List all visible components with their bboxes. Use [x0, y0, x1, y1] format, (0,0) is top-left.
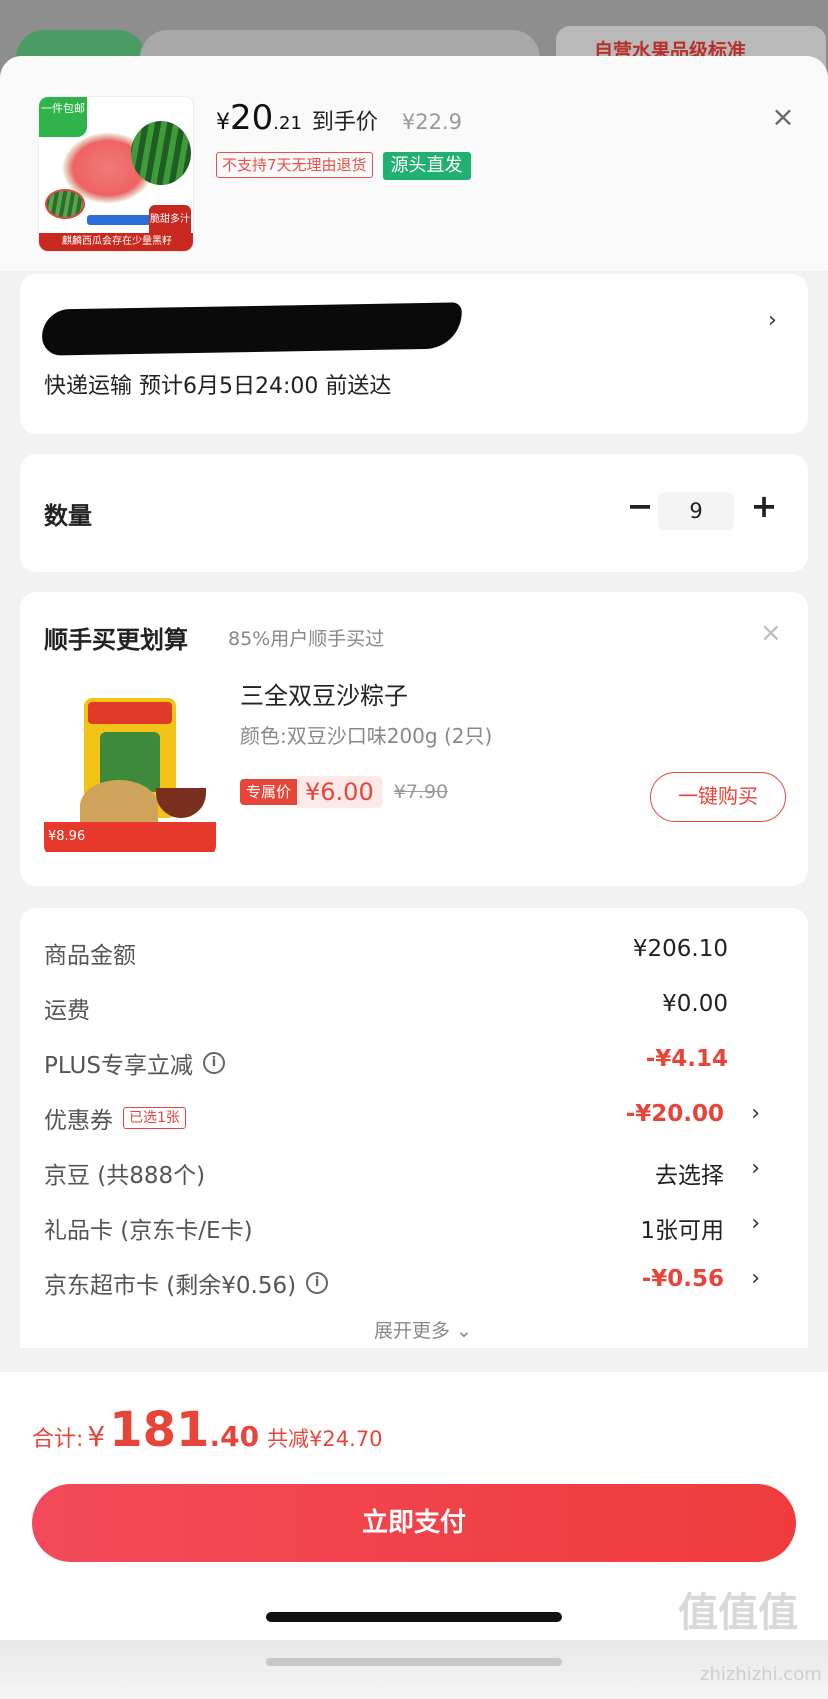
price-label: 到手价 — [311, 110, 378, 135]
product-tags: 不支持7天无理由退货 源头直发 — [216, 152, 471, 180]
free-shipping-badge: 一件包邮 — [39, 97, 87, 137]
thumb-strip — [87, 215, 157, 225]
upsell-product-image[interactable]: ¥8.96 — [44, 684, 216, 856]
quantity-label: 数量 — [44, 502, 92, 530]
total-line: 合计: ¥ 181 .40 共减¥24.70 — [32, 1402, 383, 1458]
chevron-right-icon: › — [768, 308, 777, 333]
source-direct-tag: 源头直发 — [382, 152, 471, 180]
row-label-text: 礼品卡 (京东卡/E卡) — [44, 1218, 253, 1244]
chevron-right-icon: › — [751, 1156, 760, 1181]
image-price: ¥8.96 — [44, 822, 216, 852]
quantity-plus-button[interactable]: + — [744, 484, 784, 528]
row-label: 京东超市卡 (剩余¥0.56) i — [44, 1266, 329, 1300]
total-integer: 181 — [109, 1402, 210, 1458]
row-value: ¥206.10 — [632, 936, 728, 962]
row-label: 京豆 (共888个) — [44, 1156, 205, 1190]
row-value: ¥0.00 — [662, 991, 728, 1017]
row-label-text: 商品金额 — [44, 943, 136, 969]
row-label-text: 京豆 (共888个) — [44, 1163, 206, 1189]
chevron-right-icon: › — [751, 1211, 760, 1236]
summary-row-giftcard[interactable]: 礼品卡 (京东卡/E卡) 1张可用 › — [44, 1205, 784, 1245]
watermelon-icon — [131, 121, 191, 185]
upsell-card: 顺手买更划算 85%用户顺手买过 × ¥8.96 三全双豆沙粽子 颜色:双豆沙口… — [20, 592, 808, 886]
close-icon[interactable]: × — [766, 100, 800, 134]
info-icon[interactable]: i — [202, 1052, 225, 1074]
no-return-tag: 不支持7天无理由退货 — [216, 152, 373, 178]
upsell-product-name[interactable]: 三全双豆沙粽子 — [240, 676, 408, 711]
pay-now-button[interactable]: 立即支付 — [32, 1484, 796, 1562]
price-integer: 20 — [230, 98, 274, 138]
upsell-title: 顺手买更划算 — [44, 626, 188, 654]
total-saved: 共减¥24.70 — [267, 1427, 383, 1451]
upsell-price-row: 专属价 ¥6.00 ¥7.90 — [240, 776, 448, 808]
summary-row-shipping: 运费 ¥0.00 — [44, 985, 784, 1025]
total-label: 合计: — [32, 1427, 84, 1452]
original-price: ¥22.9 — [401, 110, 463, 134]
one-click-buy-button[interactable]: 一键购买 — [650, 772, 786, 822]
summary-row-plus: PLUS专享立减 i -¥4.14 — [44, 1040, 784, 1080]
summary-row-jingdou[interactable]: 京豆 (共888个) 去选择 › — [44, 1150, 784, 1190]
row-value: -¥0.56 — [641, 1266, 724, 1292]
row-label: PLUS专享立减 i — [44, 1046, 225, 1080]
row-value: 去选择 — [655, 1163, 724, 1189]
address-card[interactable]: › 快递运输 预计6月5日24:00 前送达 — [20, 274, 808, 434]
delivery-estimate: 快递运输 预计6月5日24:00 前送达 — [44, 374, 392, 399]
row-label: 商品金额 — [44, 936, 136, 970]
watermark-site: zhizhizhi.com — [700, 1664, 822, 1685]
close-icon[interactable]: × — [760, 618, 782, 648]
chevron-right-icon: › — [751, 1266, 760, 1291]
product-image: 一件包邮 脆甜多汁 麒麟西瓜会存在少量黑籽 — [38, 96, 194, 252]
price-decimal: .21 — [273, 113, 302, 134]
row-value: -¥20.00 — [625, 1101, 724, 1127]
price-symbol: ¥ — [216, 110, 230, 135]
product-header: 一件包邮 脆甜多汁 麒麟西瓜会存在少量黑籽 ¥ 20 .21 到手价 ¥22.9… — [0, 56, 828, 271]
redacted-address-scribble — [250, 312, 450, 336]
row-value: 1张可用 — [640, 1218, 724, 1244]
order-summary: 商品金额 ¥206.10 运费 ¥0.00 PLUS专享立减 i -¥4.14 优… — [20, 908, 808, 1348]
row-label: 优惠券 已选1张 — [44, 1101, 186, 1135]
row-label: 运费 — [44, 991, 90, 1025]
quantity-input[interactable]: 9 — [658, 492, 734, 530]
summary-row-goods: 商品金额 ¥206.10 — [44, 930, 784, 970]
total-symbol: ¥ — [87, 1420, 106, 1453]
package-label — [88, 702, 172, 724]
thumb-caption: 麒麟西瓜会存在少量黑籽 — [39, 233, 193, 251]
row-value: -¥4.14 — [645, 1046, 728, 1072]
row-label: 礼品卡 (京东卡/E卡) — [44, 1211, 253, 1245]
chevron-right-icon: › — [751, 1101, 760, 1126]
row-label-text: PLUS专享立减 — [44, 1053, 193, 1079]
row-label-text: 优惠券 — [44, 1108, 113, 1134]
watermark: 值值值 zhizhizhi.com — [0, 1590, 828, 1699]
upsell-subtitle: 85%用户顺手买过 — [228, 628, 385, 650]
exclusive-price-tag: 专属价 — [240, 779, 298, 805]
home-indicator-shadow — [266, 1658, 562, 1666]
row-label-text: 运费 — [44, 998, 90, 1024]
expand-more-button[interactable]: 展开更多 ⌄ — [374, 1316, 472, 1343]
summary-row-supermarket-card[interactable]: 京东超市卡 (剩余¥0.56) i -¥0.56 › — [44, 1260, 784, 1300]
quantity-minus-button[interactable]: − — [620, 486, 660, 530]
watermark-logo: 值值值 — [678, 1590, 798, 1636]
price-line: ¥ 20 .21 到手价 ¥22.9 — [216, 98, 462, 138]
upsell-variant: 颜色:双豆沙口味200g (2只) — [240, 724, 493, 748]
exclusive-price: ¥6.00 — [297, 776, 382, 808]
coupon-selected-tag: 已选1张 — [123, 1107, 186, 1129]
summary-row-coupon[interactable]: 优惠券 已选1张 -¥20.00 › — [44, 1095, 784, 1135]
row-label-text: 京东超市卡 (剩余¥0.56) — [44, 1273, 297, 1299]
info-icon[interactable]: i — [306, 1272, 329, 1294]
total-decimal: .40 — [209, 1420, 260, 1453]
upsell-original-price: ¥7.90 — [393, 781, 449, 803]
home-indicator[interactable] — [266, 1612, 562, 1622]
watermelon-small-icon — [45, 189, 85, 219]
quantity-card: 数量 − 9 + — [20, 454, 808, 572]
